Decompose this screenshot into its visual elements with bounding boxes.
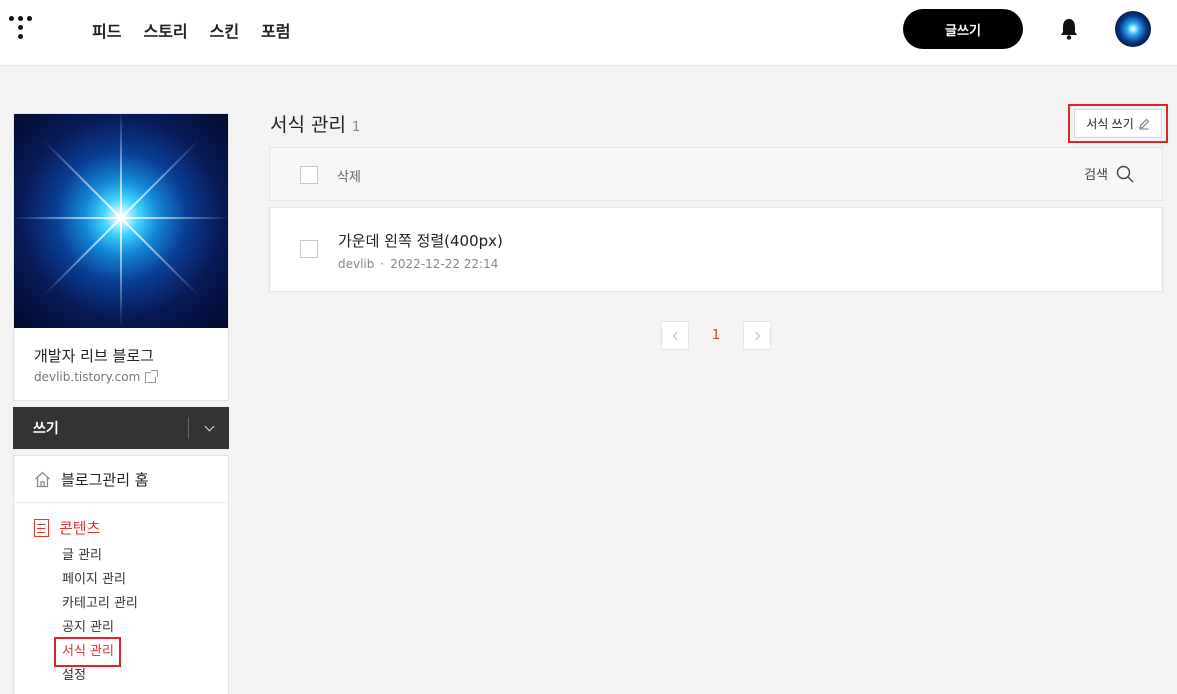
blog-name[interactable]: 개발자 리브 블로그 <box>34 345 154 366</box>
select-all-checkbox[interactable] <box>300 166 318 184</box>
page-number[interactable]: 1 <box>689 328 743 343</box>
prev-page-button[interactable] <box>661 321 689 350</box>
delete-button[interactable]: 삭제 <box>337 166 361 185</box>
list-toolbar: 삭제 검색 <box>269 147 1163 201</box>
sidebar-sub-items: 글 관리 페이지 관리 카테고리 관리 공지 관리 서식 관리 설정 <box>62 546 138 690</box>
write-dropdown-toggle[interactable] <box>189 421 229 431</box>
chevron-right-icon <box>751 331 760 340</box>
sidebar-item-categories[interactable]: 카테고리 관리 <box>62 594 138 618</box>
new-template-button[interactable]: 서식 쓰기 <box>1074 109 1162 138</box>
blog-url-text: devlib.tistory.com <box>34 370 141 384</box>
main-nav: 피드 스토리 스킨 포럼 <box>92 18 291 42</box>
chevron-down-icon <box>204 421 214 431</box>
home-icon <box>35 471 50 487</box>
sidebar-item-posts[interactable]: 글 관리 <box>62 546 138 570</box>
chevron-left-icon <box>672 331 681 340</box>
search-icon <box>1116 165 1134 182</box>
item-author: devlib <box>338 257 375 271</box>
pagination: 1 <box>661 321 771 350</box>
highlight-box <box>54 637 121 667</box>
sidebar-section-contents[interactable]: 콘텐츠 <box>34 517 100 538</box>
blog-cover-image <box>14 114 228 328</box>
item-date: 2022-12-22 22:14 <box>390 257 499 271</box>
sidebar-menu: 블로그관리 홈 콘텐츠 글 관리 페이지 관리 카테고리 관리 공지 관리 서식… <box>13 455 229 694</box>
sidebar-item-label: 블로그관리 홈 <box>61 470 149 489</box>
sidebar-item-pages[interactable]: 페이지 관리 <box>62 570 138 594</box>
new-template-label: 서식 쓰기 <box>1086 117 1134 131</box>
blog-profile-card: 개발자 리브 블로그 devlib.tistory.com <box>13 113 229 401</box>
avatar[interactable] <box>1115 11 1151 47</box>
meta-separator: · <box>380 257 385 271</box>
tistory-logo-icon[interactable] <box>9 16 33 42</box>
page-title: 서식 관리 <box>270 114 346 136</box>
blog-url-link[interactable]: devlib.tistory.com <box>34 369 159 384</box>
pencil-icon <box>1139 118 1149 129</box>
next-page-button[interactable] <box>743 321 771 350</box>
nav-feed[interactable]: 피드 <box>92 18 121 42</box>
section-title-label: 콘텐츠 <box>59 519 101 537</box>
search-label: 검색 <box>1084 168 1108 183</box>
search-button[interactable]: 검색 <box>1084 164 1134 183</box>
sidebar-item-home[interactable]: 블로그관리 홈 <box>14 456 228 503</box>
page-header: 서식 관리 1 <box>270 110 360 137</box>
document-icon <box>34 518 49 537</box>
write-post-button[interactable]: 글쓰기 <box>903 9 1023 49</box>
item-count: 1 <box>351 120 361 135</box>
external-link-icon <box>145 369 159 383</box>
top-bar: 피드 스토리 스킨 포럼 글쓰기 <box>0 0 1177 66</box>
bell-icon[interactable] <box>1060 18 1078 40</box>
list-item[interactable]: 가운데 왼쪽 정렬(400px) devlib · 2022-12-22 22:… <box>269 207 1163 292</box>
write-button[interactable]: 쓰기 <box>13 418 188 438</box>
nav-forum[interactable]: 포럼 <box>261 18 290 42</box>
nav-skin[interactable]: 스킨 <box>210 18 239 42</box>
write-bar: 쓰기 <box>13 407 229 449</box>
sidebar-item-settings[interactable]: 설정 <box>62 666 138 690</box>
nav-story[interactable]: 스토리 <box>143 18 187 42</box>
item-meta: devlib · 2022-12-22 22:14 <box>338 257 498 271</box>
item-checkbox[interactable] <box>300 240 318 258</box>
item-title[interactable]: 가운데 왼쪽 정렬(400px) <box>338 230 503 251</box>
